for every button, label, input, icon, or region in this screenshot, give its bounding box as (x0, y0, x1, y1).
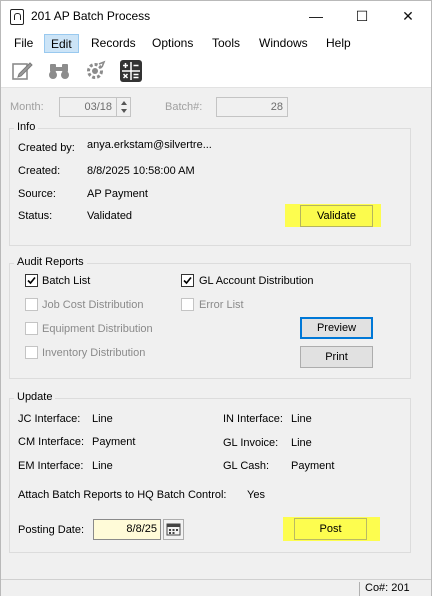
edit-note-icon[interactable] (11, 60, 35, 82)
cm-interface-label: CM Interface: (18, 436, 85, 448)
status-value: Validated (87, 210, 133, 222)
status-bar: Co#: 201 (1, 579, 431, 596)
gl-cash-value: Payment (291, 460, 335, 472)
cm-interface-value: Payment (92, 436, 136, 448)
created-label: Created: (18, 165, 61, 177)
menu-edit[interactable]: Edit (44, 34, 79, 53)
equipment-distribution-label: Equipment Distribution (42, 323, 153, 335)
batch-field[interactable]: 28 (216, 97, 288, 117)
calendar-icon (166, 523, 181, 536)
minimize-button[interactable]: — (293, 1, 339, 32)
info-group-title: Info (14, 121, 39, 133)
checkmark-icon (183, 276, 192, 285)
created-by-label: Created by: (18, 142, 75, 154)
company-number: Co#: 201 (365, 582, 410, 594)
job-cost-distribution-label: Job Cost Distribution (42, 299, 144, 311)
app-icon (10, 9, 24, 25)
attach-reports-value: Yes (247, 489, 265, 501)
batch-process-window: 201 AP Batch Process — ☐ ✕ File Edit Rec… (0, 0, 432, 596)
em-interface-label: EM Interface: (18, 460, 84, 472)
preview-button[interactable]: Preview (300, 317, 373, 339)
checkmark-icon (27, 276, 36, 285)
in-interface-value: Line (291, 413, 312, 425)
created-value: 8/8/2025 10:58:00 AM (87, 165, 195, 177)
close-button[interactable]: ✕ (385, 1, 431, 32)
menu-options[interactable]: Options (146, 34, 199, 53)
status-label: Status: (18, 210, 53, 222)
em-interface-value: Line (92, 460, 113, 472)
batch-label: Batch#: (165, 101, 203, 113)
source-label: Source: (18, 188, 56, 200)
post-button[interactable]: Post (294, 518, 367, 540)
posting-date-label: Posting Date: (18, 524, 85, 536)
inventory-distribution-label: Inventory Distribution (42, 347, 146, 359)
batch-list-label: Batch List (42, 275, 91, 287)
toolbar (1, 54, 431, 88)
menu-windows[interactable]: Windows (253, 34, 314, 53)
menu-records[interactable]: Records (85, 34, 142, 53)
gl-account-distribution-label: GL Account Distribution (199, 275, 314, 287)
menu-help[interactable]: Help (320, 34, 357, 53)
spinner-arrows-icon (121, 101, 127, 113)
maximize-button[interactable]: ☐ (339, 1, 385, 32)
month-spinner[interactable] (116, 98, 130, 116)
gl-invoice-label: GL Invoice: (223, 437, 279, 449)
jc-interface-label: JC Interface: (18, 413, 81, 425)
gear-icon[interactable] (83, 60, 107, 82)
gl-invoice-value: Line (291, 437, 312, 449)
window-title: 201 AP Batch Process (31, 9, 151, 23)
error-list-checkbox[interactable] (181, 298, 194, 311)
gl-account-distribution-checkbox[interactable] (181, 274, 194, 287)
month-label: Month: (10, 101, 44, 113)
calculator-icon[interactable] (119, 60, 143, 82)
posting-date-field[interactable]: 8/8/25 (93, 519, 161, 540)
menu-bar: File Edit Records Options Tools Windows … (1, 32, 431, 54)
update-group-title: Update (14, 391, 56, 403)
status-separator (359, 582, 360, 596)
batch-list-checkbox[interactable] (25, 274, 38, 287)
audit-reports-title: Audit Reports (14, 256, 87, 268)
equipment-distribution-checkbox[interactable] (25, 322, 38, 335)
validate-button-text[interactable]: Validate (300, 205, 373, 227)
attach-reports-label: Attach Batch Reports to HQ Batch Control… (18, 489, 227, 501)
job-cost-distribution-checkbox[interactable] (25, 298, 38, 311)
inventory-distribution-checkbox[interactable] (25, 346, 38, 359)
gl-cash-label: GL Cash: (223, 460, 270, 472)
error-list-label: Error List (199, 299, 244, 311)
binoculars-icon[interactable] (47, 60, 71, 82)
menu-tools[interactable]: Tools (206, 34, 246, 53)
print-button[interactable]: Print (300, 346, 373, 368)
calendar-button[interactable] (163, 519, 184, 540)
title-bar: 201 AP Batch Process — ☐ ✕ (1, 1, 431, 32)
jc-interface-value: Line (92, 413, 113, 425)
in-interface-label: IN Interface: (223, 413, 283, 425)
created-by-value: anya.erkstam@silvertre... (87, 139, 212, 151)
source-value: AP Payment (87, 188, 148, 200)
menu-file[interactable]: File (8, 34, 39, 53)
